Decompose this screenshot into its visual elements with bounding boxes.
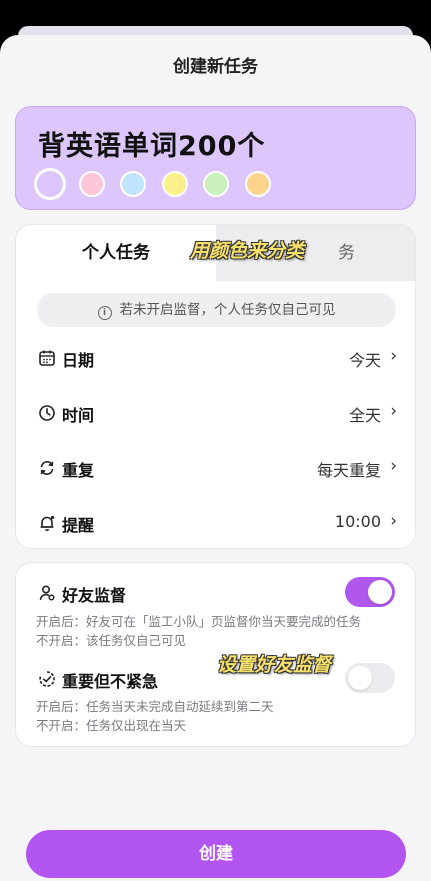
- toggle-knob: [348, 666, 372, 690]
- friend-supervise-desc-on: 开启后：好友可在「监工小队」页监督你当天要完成的任务: [36, 614, 362, 629]
- setting-value-time: 全天: [348, 406, 381, 425]
- setting-row-reminder[interactable]: 提醒 10:00 ›: [16, 496, 415, 548]
- important-title: 重要但不紧急: [62, 672, 159, 691]
- important-icon: [39, 671, 55, 687]
- setting-label-time: 时间: [62, 406, 95, 425]
- color-option-purple[interactable]: [34, 168, 66, 200]
- color-option-pink[interactable]: [79, 171, 105, 197]
- setting-row-time[interactable]: 时间 全天 ›: [16, 386, 415, 440]
- friend-supervise-icon: [39, 585, 55, 601]
- important-toggle[interactable]: [345, 663, 395, 693]
- task-name-card[interactable]: 背英语单词200个: [15, 106, 416, 210]
- bell-icon: [40, 515, 55, 532]
- create-button[interactable]: 创建: [26, 830, 406, 878]
- task-name-text[interactable]: 背英语单词200个: [38, 124, 265, 163]
- setting-value-repeat: 每天重复: [316, 461, 381, 480]
- supervision-card: 好友监督 开启后：好友可在「监工小队」页监督你当天要完成的任务 不开启：该任务仅…: [15, 562, 416, 747]
- color-option-orange[interactable]: [245, 171, 271, 197]
- chevron-right-icon: ›: [390, 456, 397, 476]
- tab-other-task-label: 务: [338, 243, 355, 263]
- chevron-right-icon: ›: [390, 511, 397, 531]
- important-desc-on: 开启后：任务当天未完成自动延续到第二天: [36, 699, 274, 714]
- color-category-caption: 用颜色来分类: [190, 240, 305, 262]
- color-option-green[interactable]: [203, 171, 229, 197]
- info-icon: i: [97, 306, 112, 320]
- important-desc-off: 不开启：任务仅出现在当天: [36, 718, 187, 733]
- clock-icon: [39, 405, 55, 421]
- friend-supervise-toggle[interactable]: [345, 577, 395, 607]
- setting-label-repeat: 重复: [62, 461, 95, 480]
- visibility-notice: i 若未开启监督，个人任务仅自己可见: [37, 293, 396, 327]
- chevron-right-icon: ›: [390, 346, 397, 366]
- friend-supervise-desc-off: 不开启：该任务仅自己可见: [36, 633, 187, 648]
- notice-text: 若未开启监督，个人任务仅自己可见: [119, 302, 336, 318]
- repeat-icon: [40, 461, 54, 475]
- friend-supervise-caption: 设置好友监督: [217, 654, 332, 676]
- calendar-icon: [39, 350, 55, 366]
- setting-value-reminder: 10:00: [334, 512, 381, 531]
- setting-row-repeat[interactable]: 重复 每天重复 ›: [16, 441, 415, 495]
- setting-label-date: 日期: [62, 351, 95, 370]
- task-settings-card: 个人任务 务 i 若未开启监督，个人任务仅自己可见 日期 今天 › 时间 全天 ›…: [15, 224, 416, 549]
- sheet-title: 创建新任务: [173, 57, 258, 77]
- chevron-right-icon: ›: [390, 401, 397, 421]
- setting-row-date[interactable]: 日期 今天 ›: [16, 331, 415, 385]
- setting-label-reminder: 提醒: [62, 516, 95, 535]
- toggle-knob: [368, 580, 392, 604]
- setting-value-date: 今天: [348, 351, 381, 370]
- friend-supervise-title: 好友监督: [62, 586, 127, 605]
- color-option-blue[interactable]: [120, 171, 146, 197]
- color-option-yellow[interactable]: [162, 171, 188, 197]
- tab-personal-task[interactable]: 个人任务: [16, 225, 216, 281]
